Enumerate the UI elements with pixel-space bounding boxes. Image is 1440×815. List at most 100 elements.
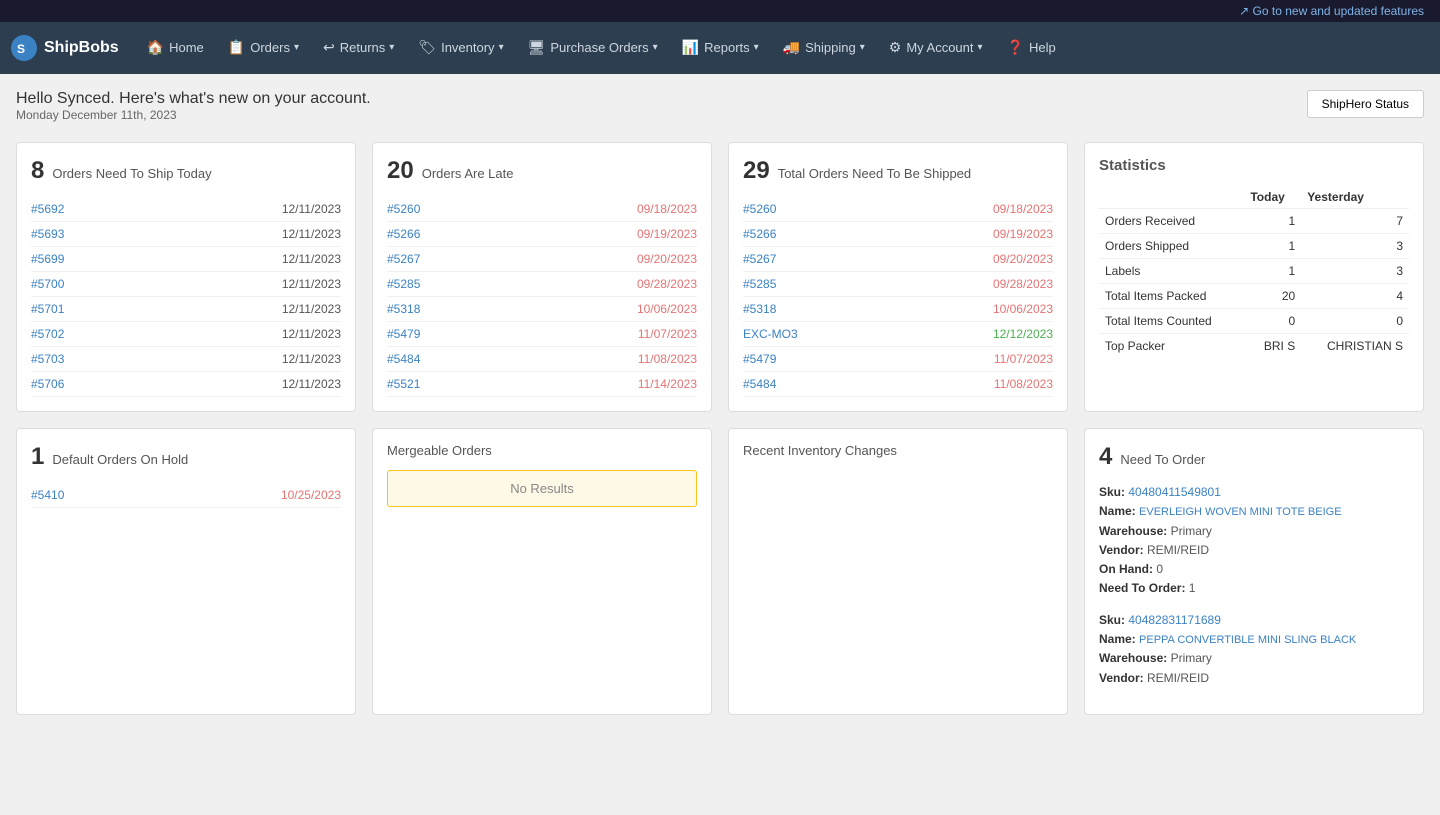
orders-today-card: 8 Orders Need To Ship Today #5692 12/11/2… bbox=[16, 142, 356, 412]
order-link[interactable]: #5484 bbox=[387, 352, 420, 366]
orders-late-count: 20 bbox=[387, 157, 414, 185]
nav-item-shipping[interactable]: 🚚Shipping▾ bbox=[771, 22, 877, 74]
table-row: #569912/11/2023 bbox=[31, 247, 341, 272]
nav-item-home[interactable]: 🏠Home bbox=[135, 22, 216, 74]
order-link[interactable]: #5318 bbox=[743, 302, 776, 316]
sku-link[interactable]: 40480411549801 bbox=[1128, 485, 1221, 499]
order-link[interactable]: #5706 bbox=[31, 377, 64, 391]
order-link[interactable]: EXC-MO3 bbox=[743, 327, 798, 341]
order-link[interactable]: #5479 bbox=[387, 327, 420, 341]
order-link[interactable]: #5484 bbox=[743, 377, 776, 391]
order-date: 09/19/2023 bbox=[993, 227, 1053, 241]
item-name: EVERLEIGH WOVEN MINI TOTE BEIGE bbox=[1139, 506, 1342, 518]
order-link[interactable]: #5693 bbox=[31, 227, 64, 241]
shipping-icon: 🚚 bbox=[783, 39, 800, 56]
order-link[interactable]: #5267 bbox=[743, 252, 776, 266]
order-date: 12/11/2023 bbox=[282, 277, 341, 291]
vendor-label: Vendor: bbox=[1099, 671, 1147, 685]
orders-today-header: 8 Orders Need To Ship Today bbox=[31, 157, 341, 185]
order-date: 12/11/2023 bbox=[282, 327, 341, 341]
order-link[interactable]: #5479 bbox=[743, 352, 776, 366]
stat-col-yesterday: Yesterday bbox=[1301, 186, 1409, 209]
orders-today-list: #569212/11/2023#569312/11/2023#569912/11… bbox=[31, 197, 341, 397]
name-label: Name: bbox=[1099, 632, 1139, 646]
order-link[interactable]: #5260 bbox=[387, 202, 420, 216]
new-features-link[interactable]: Go to new and updated features bbox=[1253, 4, 1424, 18]
need-to-order-count: 4 bbox=[1099, 443, 1112, 471]
order-link[interactable]: #5702 bbox=[31, 327, 64, 341]
orders-total-card: 29 Total Orders Need To Be Shipped #5260… bbox=[728, 142, 1068, 412]
order-link[interactable]: #5699 bbox=[31, 252, 64, 266]
stat-today: 0 bbox=[1244, 309, 1301, 334]
nav-item-my-account[interactable]: ⚙My Account▾ bbox=[877, 22, 995, 74]
greeting-title: Hello Synced. Here's what's new on your … bbox=[16, 90, 371, 108]
stat-today: 1 bbox=[1244, 209, 1301, 234]
order-link[interactable]: #5318 bbox=[387, 302, 420, 316]
item-name: PEPPA CONVERTIBLE MINI SLING BLACK bbox=[1139, 634, 1356, 646]
logo[interactable]: S ShipBobs bbox=[10, 34, 119, 62]
main-nav: S ShipBobs 🏠Home📋Orders▾↩Returns▾🏷Invent… bbox=[0, 22, 1440, 74]
order-date: 12/11/2023 bbox=[282, 202, 341, 216]
order-link[interactable]: #5521 bbox=[387, 377, 420, 391]
order-link[interactable]: #5267 bbox=[387, 252, 420, 266]
top-banner: ↗ Go to new and updated features bbox=[0, 0, 1440, 22]
order-date: 09/28/2023 bbox=[993, 277, 1053, 291]
caret-icon: ▾ bbox=[389, 42, 394, 53]
table-row: #531810/06/2023 bbox=[743, 297, 1053, 322]
order-date: 12/11/2023 bbox=[282, 227, 341, 241]
nav-item-reports[interactable]: 📊Reports▾ bbox=[670, 22, 771, 74]
nav-item-help[interactable]: ❓Help bbox=[995, 22, 1068, 74]
nav-item-returns[interactable]: ↩Returns▾ bbox=[311, 22, 406, 74]
stat-label: Orders Received bbox=[1099, 209, 1244, 234]
order-link[interactable]: #5266 bbox=[387, 227, 420, 241]
orders-hold-title: Default Orders On Hold bbox=[52, 452, 188, 467]
table-row: #5706 12/11/2023 bbox=[31, 372, 341, 397]
my-account-icon: ⚙ bbox=[889, 39, 902, 56]
order-link[interactable]: #5701 bbox=[31, 302, 64, 316]
orders-hold-card: 1 Default Orders On Hold #541010/25/2023 bbox=[16, 428, 356, 715]
dashboard-bottom-grid: 1 Default Orders On Hold #541010/25/2023… bbox=[16, 428, 1424, 715]
table-row: #547911/07/2023 bbox=[387, 322, 697, 347]
on-hand-value: 0 bbox=[1156, 562, 1163, 576]
order-link[interactable]: #5260 bbox=[743, 202, 776, 216]
warehouse-label: Warehouse: bbox=[1099, 524, 1171, 538]
greeting-row: Hello Synced. Here's what's new on your … bbox=[16, 90, 1424, 126]
stat-today: 1 bbox=[1244, 259, 1301, 284]
order-link[interactable]: #5700 bbox=[31, 277, 64, 291]
order-link[interactable]: #5266 bbox=[743, 227, 776, 241]
logo-icon: S bbox=[10, 34, 38, 62]
orders-late-header: 20 Orders Are Late bbox=[387, 157, 697, 185]
order-date: 12/11/2023 bbox=[282, 377, 341, 391]
order-link[interactable]: #5410 bbox=[31, 488, 64, 502]
orders-label: Orders bbox=[250, 40, 290, 55]
order-date: 10/25/2023 bbox=[281, 488, 341, 502]
table-row: #5702 12/11/2023 bbox=[31, 322, 341, 347]
list-item: Sku: 40482831171689Name: PEPPA CONVERTIB… bbox=[1099, 611, 1409, 688]
vendor-value: REMI/REID bbox=[1147, 543, 1209, 557]
stat-col-today: Today bbox=[1244, 186, 1301, 209]
order-link[interactable]: #5285 bbox=[743, 277, 776, 291]
stat-yesterday: 3 bbox=[1301, 234, 1409, 259]
order-link[interactable]: #5692 bbox=[31, 202, 64, 216]
stat-label: Total Items Packed bbox=[1099, 284, 1244, 309]
nav-item-orders[interactable]: 📋Orders▾ bbox=[216, 22, 311, 74]
logo-text: ShipBobs bbox=[44, 39, 119, 57]
shiphero-status-button[interactable]: ShipHero Status bbox=[1307, 90, 1424, 118]
nav-item-purchase-orders[interactable]: 🖥Purchase Orders▾ bbox=[516, 22, 670, 74]
no-results-msg: No Results bbox=[387, 470, 697, 507]
stat-label: Total Items Counted bbox=[1099, 309, 1244, 334]
sku-link[interactable]: 40482831171689 bbox=[1128, 613, 1221, 627]
nav-item-inventory[interactable]: 🏷Inventory▾ bbox=[406, 22, 515, 74]
order-link[interactable]: #5703 bbox=[31, 352, 64, 366]
order-date: 11/08/2023 bbox=[994, 377, 1053, 391]
external-link-icon: ↗ bbox=[1239, 4, 1249, 18]
returns-icon: ↩ bbox=[323, 39, 335, 56]
caret-icon: ▾ bbox=[294, 42, 299, 53]
table-row: #5484 11/08/2023 bbox=[743, 372, 1053, 397]
stat-yesterday: 0 bbox=[1301, 309, 1409, 334]
order-date: 11/07/2023 bbox=[994, 352, 1053, 366]
caret-icon: ▾ bbox=[499, 42, 504, 53]
order-link[interactable]: #5285 bbox=[387, 277, 420, 291]
inventory-changes-card: Recent Inventory Changes bbox=[728, 428, 1068, 715]
stat-col-label bbox=[1099, 186, 1244, 209]
